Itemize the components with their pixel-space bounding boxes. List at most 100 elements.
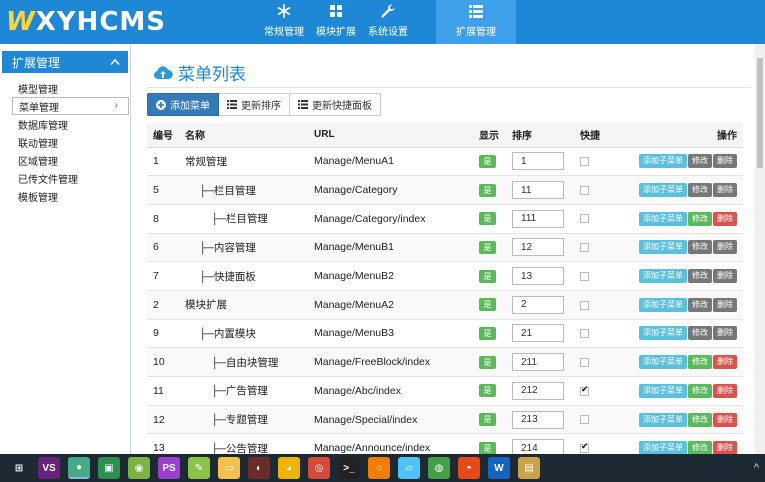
android-icon[interactable]: ◉ <box>128 457 150 479</box>
ball-icon[interactable]: ◓ <box>458 457 480 479</box>
delete-button[interactable]: 删除 <box>713 240 737 255</box>
nav-item-general[interactable]: 常规管理 <box>258 0 310 44</box>
sort-input[interactable] <box>512 209 564 228</box>
sort-input[interactable] <box>512 381 564 400</box>
sidebar-item-uploads[interactable]: 已传文件管理 <box>0 169 130 187</box>
delete-button[interactable]: 删除 <box>713 412 737 427</box>
sidebar-item-regions[interactable]: 区域管理 <box>0 151 130 169</box>
delete-button[interactable]: 删除 <box>713 297 737 312</box>
add-submenu-button[interactable]: 添加子菜单 <box>639 412 687 427</box>
sidebar-item-models[interactable]: 模型管理 <box>0 79 130 97</box>
chrome-icon[interactable]: ● <box>68 457 90 479</box>
add-submenu-button[interactable]: 添加子菜单 <box>639 240 687 255</box>
quick-checkbox[interactable] <box>580 271 589 281</box>
nav-item-settings[interactable]: 系统设置 <box>362 0 414 44</box>
quick-checkbox[interactable] <box>580 185 589 195</box>
quick-checkbox[interactable] <box>580 157 589 167</box>
delete-button[interactable]: 删除 <box>713 383 737 398</box>
add-submenu-button[interactable]: 添加子菜单 <box>639 183 687 198</box>
edit-button[interactable]: 修改 <box>688 269 712 284</box>
edit-button[interactable]: 修改 <box>688 211 712 226</box>
logo[interactable]: WXYHCMS <box>0 0 258 44</box>
sidebar-item-database[interactable]: 数据库管理 <box>0 115 130 133</box>
sidebar-header[interactable]: 扩展管理 <box>2 51 128 73</box>
show-badge[interactable]: 是 <box>479 413 496 427</box>
scrollbar-thumb[interactable] <box>757 58 763 168</box>
nav-item-modules[interactable]: 模块扩展 <box>310 0 362 44</box>
show-badge[interactable]: 是 <box>479 326 496 340</box>
delete-button[interactable]: 删除 <box>713 326 737 341</box>
sort-input[interactable] <box>512 238 564 257</box>
sidebar-item-templates[interactable]: 模板管理 <box>0 187 130 205</box>
edit-button[interactable]: 修改 <box>688 154 712 169</box>
edit-button[interactable]: 修改 <box>688 383 712 398</box>
edit-button[interactable]: 修改 <box>688 326 712 341</box>
sort-input[interactable] <box>512 410 564 429</box>
quick-checkbox[interactable] <box>580 329 589 339</box>
sort-input[interactable] <box>512 324 564 343</box>
app-green-icon[interactable]: ▣ <box>98 457 120 479</box>
edit-button[interactable]: 修改 <box>688 297 712 312</box>
scrollbar[interactable] <box>755 44 765 454</box>
show-badge[interactable]: 是 <box>479 298 496 312</box>
show-badge[interactable]: 是 <box>479 240 496 254</box>
tray-chevron-icon[interactable]: ^ <box>754 462 759 474</box>
delete-button[interactable]: 删除 <box>713 269 737 284</box>
quick-checkbox[interactable] <box>580 243 589 253</box>
note-icon[interactable]: ▱ <box>398 457 420 479</box>
show-badge[interactable]: 是 <box>479 355 496 369</box>
quick-checkbox[interactable] <box>580 441 589 453</box>
add-submenu-button[interactable]: 添加子菜单 <box>639 383 687 398</box>
edit-button[interactable]: 修改 <box>688 355 712 370</box>
visual-studio-icon[interactable]: VS <box>38 457 60 479</box>
show-badge[interactable]: 是 <box>479 183 496 197</box>
nav-item-extensions[interactable]: 扩展管理 <box>436 0 516 44</box>
delete-button[interactable]: 删除 <box>713 211 737 226</box>
add-submenu-button[interactable]: 添加子菜单 <box>639 326 687 341</box>
sort-input[interactable] <box>512 353 564 372</box>
terminal-icon[interactable]: >_ <box>338 457 360 479</box>
quick-checkbox[interactable] <box>580 357 589 367</box>
task-view-icon[interactable]: ⊞ <box>8 457 30 479</box>
sidebar-item-menus[interactable]: 菜单管理 › <box>12 97 129 115</box>
edit-button[interactable]: 修改 <box>688 412 712 427</box>
add-menu-button[interactable]: 添加菜单 <box>147 93 219 116</box>
ring-icon[interactable]: ○ <box>368 457 390 479</box>
sort-input[interactable] <box>512 295 564 314</box>
sidebar-item-linkage[interactable]: 联动管理 <box>0 133 130 151</box>
show-badge[interactable]: 是 <box>479 269 496 283</box>
delete-button[interactable]: 删除 <box>713 183 737 198</box>
show-badge[interactable]: 是 <box>479 154 496 168</box>
delete-button[interactable]: 删除 <box>713 355 737 370</box>
media-icon[interactable]: ◐ <box>248 457 270 479</box>
add-submenu-button[interactable]: 添加子菜单 <box>639 355 687 370</box>
add-submenu-button[interactable]: 添加子菜单 <box>639 154 687 169</box>
wechat-icon[interactable]: ◍ <box>428 457 450 479</box>
show-badge[interactable]: 是 <box>479 384 496 398</box>
cell-show: 是 <box>473 147 506 177</box>
show-badge[interactable]: 是 <box>479 441 496 455</box>
folder-icon[interactable]: ▭ <box>218 457 240 479</box>
add-submenu-button[interactable]: 添加子菜单 <box>639 297 687 312</box>
add-submenu-button[interactable]: 添加子菜单 <box>639 269 687 284</box>
update-quick-panel-button[interactable]: 更新快捷面板 <box>290 93 381 116</box>
wps-icon[interactable]: W <box>488 457 510 479</box>
sort-input[interactable] <box>512 181 564 200</box>
phpstorm-icon[interactable]: PS <box>158 457 180 479</box>
quick-checkbox[interactable] <box>580 384 589 396</box>
sort-input[interactable] <box>512 267 564 286</box>
show-badge[interactable]: 是 <box>479 212 496 226</box>
chat-icon[interactable]: ◕ <box>278 457 300 479</box>
notepad-icon[interactable]: ✎ <box>188 457 210 479</box>
archive-icon[interactable]: ▤ <box>518 457 540 479</box>
browser-red-icon[interactable]: ◎ <box>308 457 330 479</box>
edit-button[interactable]: 修改 <box>688 183 712 198</box>
delete-button[interactable]: 删除 <box>713 154 737 169</box>
quick-checkbox[interactable] <box>580 214 589 224</box>
update-sort-button[interactable]: 更新排序 <box>219 93 290 116</box>
edit-button[interactable]: 修改 <box>688 240 712 255</box>
quick-checkbox[interactable] <box>580 300 589 310</box>
add-submenu-button[interactable]: 添加子菜单 <box>639 211 687 226</box>
sort-input[interactable] <box>512 152 564 171</box>
quick-checkbox[interactable] <box>580 415 589 425</box>
